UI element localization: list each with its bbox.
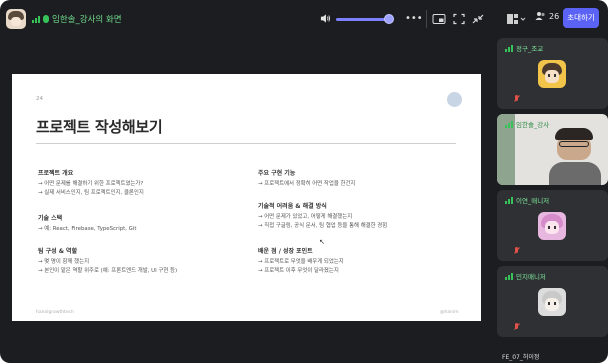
host-avatar-icon[interactable] [6,9,26,29]
volume-icon[interactable] [320,13,331,24]
more-options-button[interactable]: ••• [405,13,423,25]
mic-muted-icon [513,247,520,255]
section-line: → 어떤 문제가 있었고, 어떻게 해결했는지 [258,214,353,220]
section-heading: 주요 구현 기능 [258,170,296,177]
section-tech-stack: 기술 스택 → 예: React, Firebase, TypeScript, … [38,213,136,234]
volume-slider-track[interactable] [336,18,390,21]
participant-name-row: 임한솔_강사 [505,119,549,129]
presentation-slide: 24 프로젝트 작성해보기 프로젝트 개요 → 어떤 문제를 해결하기 위한 프… [12,74,481,321]
screen-share-status: 임한솔_강사의 화면 [32,13,122,25]
section-project-overview: 프로젝트 개요 → 어떤 문제를 해결하기 위한 프로젝트였는가? → 실제 서… [38,168,144,198]
share-title: 임한솔_강사의 화면 [52,15,122,25]
collapse-icon[interactable] [471,13,485,25]
section-line: → 몇 명이 함께 했는지 [38,259,90,265]
section-line: → 프로젝트 이후 무엇이 달라졌는지 [258,268,339,274]
participant-panel: 정구_조교 임한솔_강사 이연_매니저 민지매니저 FE_07_허이정 [497,38,608,363]
signal-icon [32,15,40,23]
participant-avatar [538,212,566,240]
section-main-features: 주요 구현 기능 → 프로젝트에서 정확히 어떤 작업을 한건지 [258,168,355,189]
volume-slider-handle[interactable] [384,14,394,24]
decorative-circle [447,92,462,107]
participant-tile[interactable]: 이연_매니저 [497,190,608,261]
section-heading: 프로젝트 개요 [38,170,74,177]
signal-icon [505,272,513,280]
participant-avatar [538,60,566,88]
participant-count-label: 26 [549,11,560,21]
section-line: → 어떤 문제를 해결하기 위한 프로젝트였는가? [38,181,144,187]
participant-tile[interactable]: 임한솔_강사 임한솔_강사 [497,114,608,185]
section-line: → 프로젝트로 무엇을 배우게 되었는지 [258,259,344,265]
mic-icon [43,15,49,23]
section-line: → 예: React, Firebase, TypeScript, Git [38,226,137,232]
participant-name: FE_07_허이정 [502,354,540,361]
invite-button[interactable]: 초대하기 [563,8,599,28]
slide-title: 프로젝트 작성해보기 [36,118,163,136]
section-line: → 직접 구글링, 공식 문서, 팀 협업 등을 통해 해결한 경험 [258,223,388,229]
participant-name: 민지매니저 [516,273,546,281]
people-icon [535,12,545,20]
participant-tile[interactable]: 정구_조교 [497,38,608,109]
toolbar-divider [426,10,427,28]
participant-name: 정구_조교 [516,45,544,53]
section-technical-challenges: 기술적 어려움 & 해결 방식 → 어떤 문제가 있었고, 어떻게 해결했는지 … [258,201,387,231]
participant-name: 임한솔_강사 [516,121,550,129]
layout-toggle-button[interactable] [503,9,527,29]
participant-name: 이연_매니저 [516,197,550,205]
meeting-window: 임한솔_강사의 화면 ••• 26 초대하기 24 프로젝트 작성해보기 프로젝… [0,0,608,363]
mic-muted-icon [513,323,520,331]
shared-screen: 24 프로젝트 작성해보기 프로젝트 개요 → 어떤 문제를 해결하기 위한 프… [12,74,481,321]
picture-in-picture-icon[interactable] [432,13,446,25]
section-heading: 기술적 어려움 & 해결 방식 [258,203,327,210]
signal-icon [505,120,513,128]
section-lessons-learned: 배운 점 / 성장 포인트 → 프로젝트로 무엇을 배우게 되었는지 → 프로젝… [258,246,344,276]
section-heading: 팀 구성 & 역할 [38,248,78,255]
participant-name-row: 민지매니저 [505,271,546,281]
signal-icon [505,196,513,204]
participant-tile[interactable]: 민지매니저 [497,266,608,337]
participant-name-row: 정구_조교 [505,43,543,53]
section-line: → 프로젝트에서 정확히 어떤 작업을 한건지 [258,181,356,187]
mic-muted-icon [513,95,520,103]
slide-page-number: 24 [36,96,43,102]
participant-name-row: 이연_매니저 [505,195,549,205]
section-line: → 본인이 맡은 역할 위주로 (예: 프론트엔드 개발, UI 구현 등) [38,268,178,274]
slide-footer-right: @hanim [440,310,459,315]
section-team-role: 팀 구성 & 역할 → 몇 명이 함께 했는지 → 본인이 맡은 역할 위주로 … [38,246,177,276]
participant-count[interactable]: 26 [535,11,559,21]
fullscreen-icon[interactable] [452,13,466,25]
section-heading: 기술 스택 [38,215,63,222]
participant-avatar [538,288,566,316]
section-heading: 배운 점 / 성장 포인트 [258,248,313,255]
mouse-cursor-icon: ↖ [319,238,325,246]
slide-footer-left: hanolgrowthtech [36,310,74,315]
section-line: → 실제 서비스인지, 팀 프로젝트인지, 클론인지 [38,190,144,196]
title-divider [36,143,456,144]
signal-icon [505,44,513,52]
top-bar: 임한솔_강사의 화면 ••• 26 초대하기 [0,0,608,38]
